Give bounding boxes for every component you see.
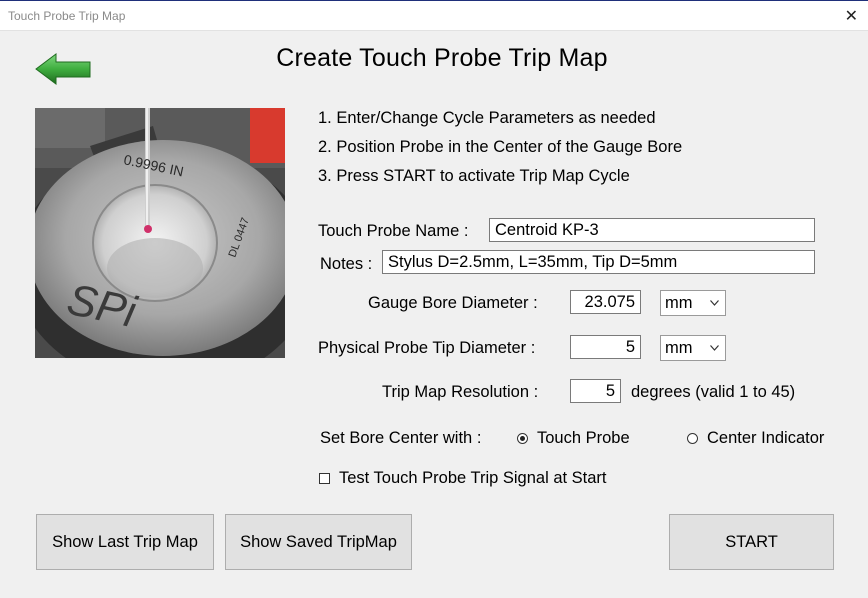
radio-touch-probe-label: Touch Probe (537, 429, 630, 447)
probe-name-label: Touch Probe Name : (318, 222, 469, 240)
chevron-down-icon (710, 345, 719, 351)
radio-selected-icon (517, 433, 528, 444)
bore-diameter-input[interactable]: 23.075 (570, 290, 641, 314)
radio-unselected-icon (687, 433, 698, 444)
resolution-suffix: degrees (valid 1 to 45) (631, 383, 796, 401)
bore-center-label: Set Bore Center with : (320, 429, 482, 447)
instruction-3: 3. Press START to activate Trip Map Cycl… (318, 167, 630, 185)
radio-center-indicator-label: Center Indicator (707, 429, 825, 447)
notes-input[interactable]: Stylus D=2.5mm, L=35mm, Tip D=5mm (382, 250, 815, 274)
instruction-1: 1. Enter/Change Cycle Parameters as need… (318, 109, 656, 127)
page-heading: Create Touch Probe Trip Map (0, 44, 868, 73)
tip-diameter-input[interactable]: 5 (570, 335, 641, 359)
start-button[interactable]: START (669, 514, 834, 570)
chevron-down-icon (710, 300, 719, 306)
probe-name-input[interactable]: Centroid KP-3 (489, 218, 815, 242)
bore-diameter-unit-select[interactable]: mm (660, 290, 726, 316)
resolution-input[interactable]: 5 (570, 379, 621, 403)
checkbox-unchecked-icon (319, 473, 330, 484)
bore-diameter-unit-value: mm (665, 294, 693, 312)
tip-diameter-unit-select[interactable]: mm (660, 335, 726, 361)
instruction-2: 2. Position Probe in the Center of the G… (318, 138, 683, 156)
tip-diameter-label: Physical Probe Tip Diameter : (318, 339, 536, 357)
bore-diameter-label: Gauge Bore Diameter : (368, 294, 538, 312)
page-title: Create Touch Probe Trip Map (276, 44, 608, 72)
window-title: Touch Probe Trip Map (8, 9, 126, 23)
show-saved-trip-map-button[interactable]: Show Saved TripMap (225, 514, 412, 570)
tip-diameter-unit-value: mm (665, 339, 693, 357)
notes-label: Notes : (320, 255, 373, 273)
title-bar: Touch Probe Trip Map ✕ (0, 1, 868, 31)
test-signal-label: Test Touch Probe Trip Signal at Start (339, 469, 607, 487)
close-icon[interactable]: ✕ (845, 6, 858, 26)
resolution-label: Trip Map Resolution : (382, 383, 539, 401)
gauge-ring-photo: 0.9996 IN DL 0447 SPi (35, 108, 285, 358)
show-last-trip-map-button[interactable]: Show Last Trip Map (36, 514, 214, 570)
